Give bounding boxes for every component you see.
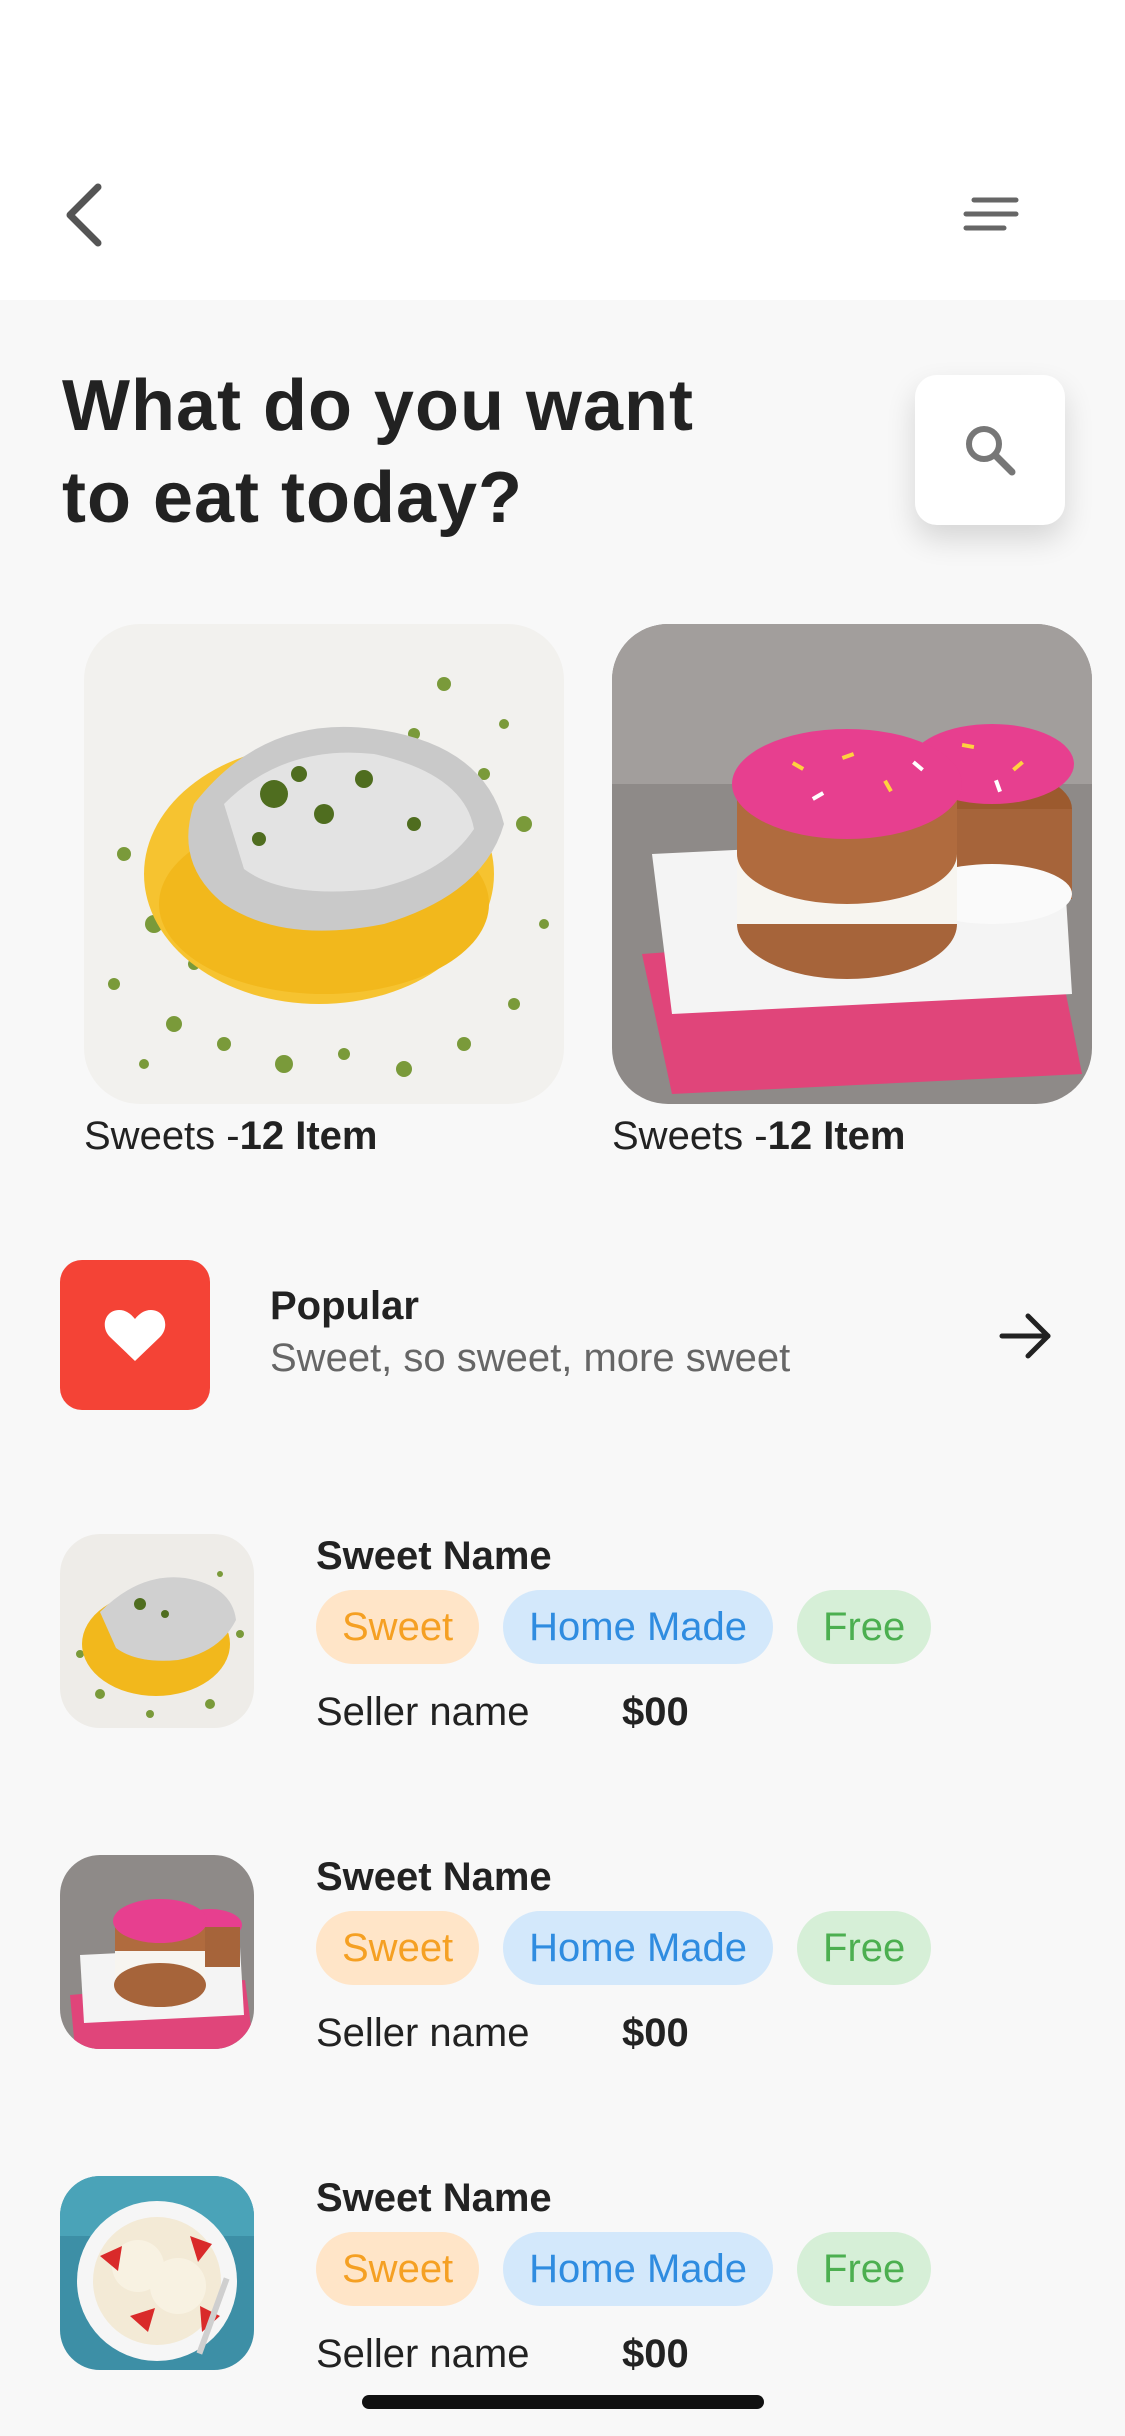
tag-home-made[interactable]: Home Made xyxy=(503,1590,774,1664)
item-name: Sweet Name xyxy=(316,1534,552,1578)
tag-sweet[interactable]: Sweet xyxy=(316,1911,480,1985)
tag-list: Sweet Home Made Free xyxy=(316,2232,932,2306)
tag-free[interactable]: Free xyxy=(797,2232,932,2306)
item-name: Sweet Name xyxy=(316,2176,552,2220)
tag-free[interactable]: Free xyxy=(797,1590,932,1664)
popular-title: Popular xyxy=(270,1284,419,1328)
category-label: Sweets - xyxy=(612,1114,768,1158)
list-item[interactable]: Sweet Name Sweet Home Made Free Seller n… xyxy=(60,1534,1070,1734)
search-icon xyxy=(966,426,1016,476)
search-button[interactable] xyxy=(915,375,1065,525)
category-caption: Sweets -12 Item xyxy=(84,1114,564,1159)
tag-home-made[interactable]: Home Made xyxy=(503,2232,774,2306)
title-line-1: What do you want xyxy=(62,366,694,446)
popular-subtitle: Sweet, so sweet, more sweet xyxy=(270,1336,791,1380)
tag-free[interactable]: Free xyxy=(797,1911,932,1985)
category-caption: Sweets -12 Item xyxy=(612,1114,1092,1159)
category-count: 12 Item xyxy=(239,1114,378,1158)
sort-lines-icon xyxy=(963,197,1019,231)
chevron-left-icon xyxy=(66,183,102,247)
item-name: Sweet Name xyxy=(316,1855,552,1899)
menu-button[interactable] xyxy=(960,192,1022,238)
title-line-2: to eat today? xyxy=(62,458,524,538)
category-count: 12 Item xyxy=(767,1114,906,1158)
item-thumbnail xyxy=(60,2176,254,2370)
list-item[interactable]: Sweet Name Sweet Home Made Free Seller n… xyxy=(60,2176,1070,2376)
price: $00 xyxy=(622,2332,689,2376)
seller-name: Seller name xyxy=(316,2332,530,2376)
arrow-right-icon[interactable] xyxy=(998,1308,1054,1364)
heart-icon xyxy=(104,1310,166,1361)
top-bar xyxy=(0,0,1125,300)
seller-name: Seller name xyxy=(316,1690,530,1734)
home-indicator xyxy=(362,2395,764,2409)
popular-section[interactable]: Popular Sweet, so sweet, more sweet xyxy=(60,1260,1070,1410)
tag-sweet[interactable]: Sweet xyxy=(316,2232,480,2306)
price: $00 xyxy=(622,2011,689,2055)
tag-list: Sweet Home Made Free xyxy=(316,1590,932,1664)
tag-home-made[interactable]: Home Made xyxy=(503,1911,774,1985)
item-thumbnail xyxy=(60,1534,254,1728)
barfi-image xyxy=(84,624,564,1104)
tag-list: Sweet Home Made Free xyxy=(316,1911,932,1985)
back-button[interactable] xyxy=(56,180,112,250)
category-card[interactable]: Sweets -12 Item xyxy=(84,624,564,1159)
list-item[interactable]: Sweet Name Sweet Home Made Free Seller n… xyxy=(60,1855,1070,2055)
popular-icon-box xyxy=(60,1260,210,1410)
tag-sweet[interactable]: Sweet xyxy=(316,1590,480,1664)
item-thumbnail xyxy=(60,1855,254,2049)
page-title: What do you want to eat today? xyxy=(62,360,822,544)
category-label: Sweets - xyxy=(84,1114,240,1158)
seller-name: Seller name xyxy=(316,2011,530,2055)
donuts-image xyxy=(612,624,1092,1104)
category-card[interactable]: Sweets -12 Item xyxy=(612,624,1092,1159)
price: $00 xyxy=(622,1690,689,1734)
